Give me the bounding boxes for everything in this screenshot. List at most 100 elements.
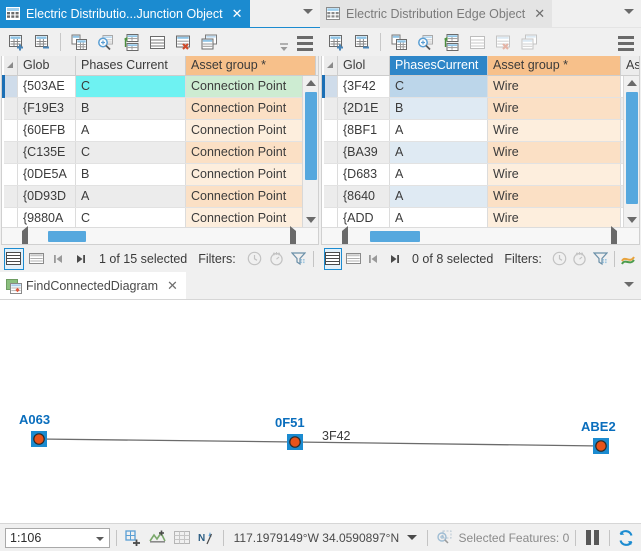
cell-assetgroup[interactable]: Wire <box>488 207 621 229</box>
row-selector[interactable] <box>324 141 338 163</box>
diagram-node[interactable]: ABE2 <box>581 419 616 454</box>
cell-phasescurrent[interactable]: B <box>76 97 186 119</box>
cell-phasescurrent[interactable]: A <box>390 185 488 207</box>
column-header-globalid[interactable]: Glol <box>338 56 390 75</box>
next-record-button[interactable] <box>386 248 403 270</box>
diagram-node[interactable]: 0F51 <box>275 415 305 450</box>
scroll-up-icon[interactable] <box>303 76 319 90</box>
delete-row-icon[interactable] <box>350 30 374 54</box>
cell-globalid[interactable]: {503AE <box>18 75 76 97</box>
cell-assetgroup[interactable]: Wire <box>488 141 621 163</box>
previous-record-button[interactable] <box>49 248 68 270</box>
grid-icon[interactable] <box>172 527 192 549</box>
cell-assetgroup[interactable]: Connection Point <box>186 119 316 141</box>
cell-globalid[interactable]: {8640 <box>338 185 390 207</box>
chevron-down-icon[interactable] <box>624 282 634 287</box>
row-selector[interactable] <box>324 207 338 229</box>
cell-globalid[interactable]: {0D93D <box>18 185 76 207</box>
cell-phasescurrent[interactable]: C <box>390 75 488 97</box>
row-selector[interactable] <box>4 163 18 185</box>
tab-find-connected-diagram[interactable]: FindConnectedDiagram ✕ <box>0 272 186 299</box>
previous-record-button[interactable] <box>365 248 382 270</box>
select-all-corner[interactable] <box>4 56 18 75</box>
add-point-icon[interactable] <box>123 527 143 549</box>
cell-assetgroup[interactable]: Connection Point <box>186 163 316 185</box>
time-filter-icon[interactable] <box>551 248 568 270</box>
table-row[interactable]: {BA39 A Wire Wi <box>324 141 641 163</box>
switch-selection-icon[interactable] <box>439 30 463 54</box>
clear-selection-icon[interactable] <box>171 30 195 54</box>
table-row[interactable]: {0DE5A B Connection Point C <box>4 163 320 185</box>
cell-phasescurrent[interactable]: A <box>390 119 488 141</box>
form-view-icon[interactable] <box>345 248 362 270</box>
range-filter-icon[interactable] <box>267 248 286 270</box>
chevron-down-icon[interactable] <box>303 9 313 14</box>
table-row[interactable]: {9880A C Connection Point C <box>4 207 320 229</box>
horizontal-scroll-thumb[interactable] <box>48 231 86 242</box>
cell-assetgroup[interactable]: Connection Point <box>186 141 316 163</box>
copy-rows-icon[interactable] <box>67 30 91 54</box>
cell-phasescurrent[interactable]: B <box>76 163 186 185</box>
chevron-down-icon[interactable] <box>407 535 417 540</box>
scroll-right-icon[interactable] <box>290 231 296 245</box>
zoom-to-selection-icon[interactable] <box>413 30 437 54</box>
cell-phasescurrent[interactable]: C <box>76 207 186 229</box>
close-icon[interactable]: ✕ <box>534 7 545 20</box>
calculate-field-icon[interactable] <box>197 30 221 54</box>
row-selector[interactable] <box>4 207 18 229</box>
table-row[interactable]: {0D93D A Connection Point C <box>4 185 320 207</box>
tab-edge-object[interactable]: Electric Distribution Edge Object ✕ <box>320 0 552 27</box>
scroll-down-icon[interactable] <box>303 213 319 227</box>
select-all-icon[interactable] <box>465 30 489 54</box>
right-vertical-scrollbar[interactable] <box>623 76 639 227</box>
diagram-canvas[interactable]: 3F42 A063 0F51 ABE2 <box>0 299 641 524</box>
cell-phasescurrent[interactable]: C <box>76 75 186 97</box>
cell-assetgroup[interactable]: Wire <box>488 75 621 97</box>
cell-globalid[interactable]: {3F42 <box>338 75 390 97</box>
toolbar-overflow-icon[interactable] <box>278 41 290 55</box>
table-view-icon[interactable] <box>4 248 24 270</box>
column-header-phasescurrent[interactable]: Phases Current <box>76 56 186 75</box>
cell-assetgroup[interactable]: Connection Point <box>186 75 316 97</box>
table-row[interactable]: {2D1E B Wire Wi <box>324 97 641 119</box>
cell-phasescurrent[interactable]: A <box>390 207 488 229</box>
cell-globalid[interactable]: {F19E3 <box>18 97 76 119</box>
selection-filter-icon[interactable] <box>592 248 609 270</box>
table-row[interactable]: {3F42 C Wire Wi <box>324 75 641 97</box>
scroll-up-icon[interactable] <box>624 76 640 90</box>
add-row-icon[interactable] <box>4 30 28 54</box>
cell-phasescurrent[interactable]: A <box>76 119 186 141</box>
row-selector[interactable] <box>324 97 338 119</box>
close-icon[interactable]: ✕ <box>232 7 243 20</box>
cell-phasescurrent[interactable]: A <box>390 141 488 163</box>
cell-phasescurrent[interactable]: C <box>76 141 186 163</box>
cell-phasescurrent[interactable]: A <box>390 163 488 185</box>
row-selector[interactable] <box>324 185 338 207</box>
north-arrow-icon[interactable]: N <box>196 527 216 549</box>
zoom-selection-icon[interactable] <box>434 527 454 549</box>
column-header-assettype[interactable]: A <box>316 56 320 75</box>
table-view-icon[interactable] <box>324 248 342 270</box>
scale-combobox[interactable]: 1:106 <box>5 528 110 548</box>
zoom-to-extent-icon[interactable] <box>620 248 637 270</box>
calculate-field-icon[interactable] <box>517 30 541 54</box>
table-row[interactable]: {8BF1 A Wire Wi <box>324 119 641 141</box>
zoom-to-selection-icon[interactable] <box>93 30 117 54</box>
cell-globalid[interactable]: {0DE5A <box>18 163 76 185</box>
switch-selection-icon[interactable] <box>119 30 143 54</box>
row-selector[interactable] <box>4 119 18 141</box>
table-row[interactable]: {ADD A Wire Wi <box>324 207 641 229</box>
chevron-down-icon[interactable] <box>624 9 634 14</box>
scroll-left-icon[interactable] <box>342 231 348 245</box>
time-filter-icon[interactable] <box>245 248 264 270</box>
vertical-scroll-thumb[interactable] <box>305 92 317 180</box>
cell-globalid[interactable]: {BA39 <box>338 141 390 163</box>
chevron-down-icon[interactable] <box>96 537 104 541</box>
column-header-phasescurrent[interactable]: PhasesCurrent <box>390 56 488 75</box>
cell-assetgroup[interactable]: Wire <box>488 185 621 207</box>
form-view-icon[interactable] <box>27 248 46 270</box>
select-all-icon[interactable] <box>145 30 169 54</box>
row-selector[interactable] <box>324 119 338 141</box>
horizontal-scroll-thumb[interactable] <box>370 231 420 242</box>
tab-junction-object[interactable]: Electric Distributio...Junction Object ✕ <box>0 0 250 27</box>
